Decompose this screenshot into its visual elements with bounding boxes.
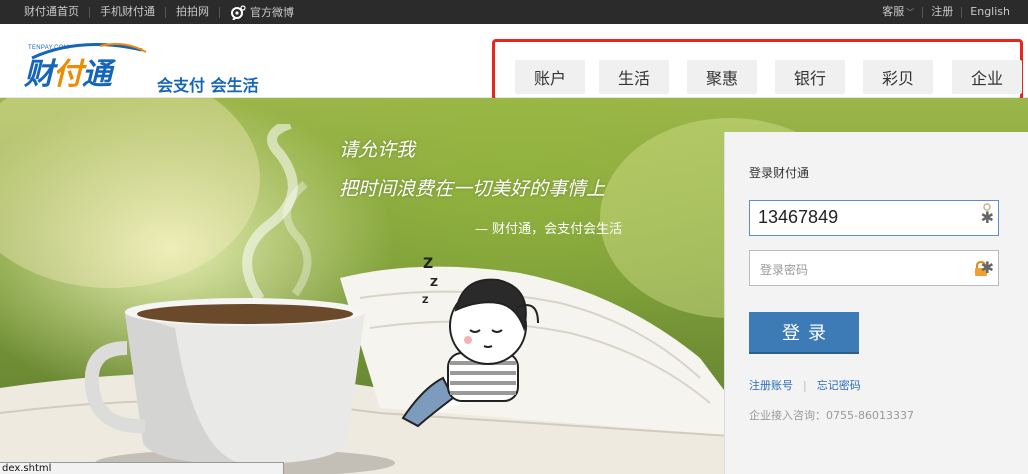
login-button[interactable]: 登录 <box>749 312 859 354</box>
coffee-cup-illustration <box>85 298 395 474</box>
enterprise-contact: 企业接入咨询：0755-86013337 <box>749 409 914 422</box>
forgot-password-link[interactable]: 忘记密码 <box>817 377 861 393</box>
site-header: TENPAY.COM 财付通 会支付 会生活 账户 生活 聚惠 银行 彩贝 企业 <box>0 24 1028 101</box>
service-label: 客服 <box>882 4 905 18</box>
logo-slogan: 会支付 会生活 <box>157 76 259 95</box>
nav-item-life[interactable]: 生活 <box>599 60 669 94</box>
poem-line-2: 把时间浪费在一切美好的事情上 <box>339 178 606 200</box>
login-links: 注册账号 | 忘记密码 <box>749 377 861 393</box>
link-paipai[interactable]: 拍拍网 <box>166 6 219 18</box>
language-english-link[interactable]: English <box>962 6 1018 18</box>
top-utility-bar: 财付通首页 手机财付通 拍拍网 官方微博 客服 ﹀ 注册 English <box>0 0 1028 24</box>
register-link[interactable]: 注册 <box>923 6 961 18</box>
hero-banner: Z Z Z 请允许我 把时间浪费在一切美好的事情上 — 财付通，会支付会生活 登… <box>0 98 1028 474</box>
chevron-down-icon: ﹀ <box>906 7 915 17</box>
status-bar: dex.shtml <box>0 462 284 474</box>
divider: | <box>803 378 807 392</box>
nav-item-caibei[interactable]: 彩贝 <box>863 60 933 94</box>
nav-item-bank[interactable]: 银行 <box>775 60 845 94</box>
logo-char: 财 <box>24 58 54 91</box>
asterisk-icon: ✱ <box>980 258 994 277</box>
password-placeholder: 登录密码 <box>760 263 809 277</box>
account-input[interactable]: 13467849 ✱ <box>749 200 999 236</box>
sleeping-boy-illustration: Z Z Z <box>401 256 539 428</box>
register-account-link[interactable]: 注册账号 <box>749 377 793 393</box>
nav-item-deals[interactable]: 聚惠 <box>687 60 757 94</box>
main-nav: 账户 生活 聚惠 银行 彩贝 企业 <box>492 39 1023 101</box>
svg-text:Z: Z <box>430 276 438 289</box>
login-panel: 登录财付通 13467849 ✱ 登录密码 ✱ 登录 注册账号 | 忘记密码 企… <box>724 132 1028 474</box>
weibo-label: 官方微博 <box>250 6 294 19</box>
nav-item-enterprise[interactable]: 企业 <box>952 60 1022 94</box>
asterisk-icon: ✱ <box>980 208 994 227</box>
password-input[interactable]: 登录密码 ✱ <box>749 250 999 286</box>
account-value: 13467849 <box>758 207 839 227</box>
link-tenpay-home[interactable]: 财付通首页 <box>14 6 89 18</box>
logo-wordmark: 财付通 <box>24 49 112 93</box>
poem-line-1: 请允许我 <box>339 139 416 161</box>
service-dropdown[interactable]: 客服 ﹀ <box>874 4 922 19</box>
svg-text:Z: Z <box>422 296 429 306</box>
weibo-icon <box>231 5 246 20</box>
logo-char: 通 <box>82 58 112 91</box>
svg-text:Z: Z <box>423 256 433 272</box>
logo-char: 付 <box>53 58 83 91</box>
hero-tagline: — 财付通，会支付会生活 <box>475 222 623 237</box>
top-right-links: 客服 ﹀ 注册 English <box>874 0 1018 24</box>
link-mobile-tenpay[interactable]: 手机财付通 <box>90 6 165 18</box>
link-official-weibo[interactable]: 官方微博 <box>220 4 304 20</box>
top-left-links: 财付通首页 手机财付通 拍拍网 官方微博 <box>14 0 304 24</box>
tenpay-logo[interactable]: TENPAY.COM 财付通 会支付 会生活 <box>24 38 284 95</box>
nav-item-account[interactable]: 账户 <box>515 60 585 94</box>
login-title: 登录财付通 <box>749 166 810 180</box>
